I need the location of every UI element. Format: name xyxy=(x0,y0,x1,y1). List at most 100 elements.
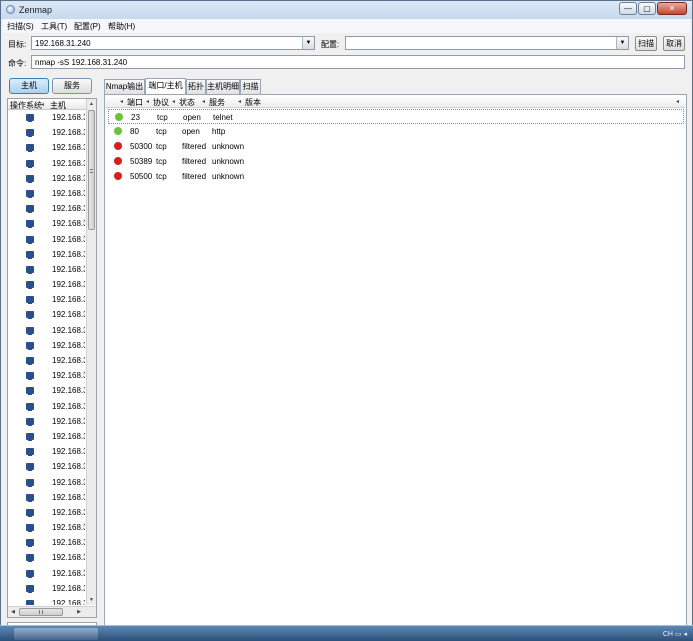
port-state-icon xyxy=(114,127,122,135)
column-header-host[interactable]: 主机 xyxy=(50,100,66,111)
scroll-down-arrow-icon[interactable]: ▼ xyxy=(87,595,96,605)
scroll-up-arrow-icon[interactable]: ▲ xyxy=(87,99,96,109)
port-cell-port: 23 xyxy=(131,113,140,122)
hosts-toggle-button[interactable]: 主机 xyxy=(9,78,49,94)
maximize-button[interactable]: ▢ xyxy=(638,2,656,15)
taskbar-app-button[interactable] xyxy=(14,628,98,640)
port-state-icon xyxy=(114,172,122,180)
horizontal-scrollbar-thumb[interactable] xyxy=(19,608,63,616)
port-row[interactable]: 50389 tcp filtered unknown xyxy=(108,154,684,169)
os-icon xyxy=(26,114,34,122)
tab-host-details[interactable]: 主机明细 xyxy=(206,79,240,94)
port-row[interactable]: 80 tcp open http xyxy=(108,124,684,139)
scrollbar-thumb[interactable] xyxy=(88,110,95,230)
target-dropdown-arrow-icon[interactable]: ▼ xyxy=(302,37,314,49)
os-icon xyxy=(26,448,34,457)
menu-scan[interactable]: 扫描(S) xyxy=(7,21,34,32)
menu-tools[interactable]: 工具(T) xyxy=(41,21,67,32)
host-ip: 192.168.31.28 xyxy=(52,523,85,533)
tab-scans[interactable]: 扫描 xyxy=(240,79,261,94)
system-tray[interactable]: CH ▭ ◂ xyxy=(663,630,687,638)
tab-topology[interactable]: 拓扑 xyxy=(186,79,206,94)
scan-button[interactable]: 扫描 xyxy=(635,36,657,51)
host-row[interactable]: 192.168.31.10 xyxy=(8,248,86,263)
host-row[interactable]: 192.168.31.3 xyxy=(8,141,86,156)
host-row[interactable]: 192.168.31.11 xyxy=(8,263,86,278)
port-row[interactable]: 50500 tcp filtered unknown xyxy=(108,169,684,184)
tab-ports-hosts[interactable]: 端口/主机 xyxy=(145,78,186,95)
host-row[interactable]: 192.168.31.9 xyxy=(8,233,86,248)
host-row[interactable]: 192.168.31.21 xyxy=(8,415,86,430)
host-row[interactable]: 192.168.31.20 xyxy=(8,400,86,415)
host-row[interactable]: 192.168.31.7 xyxy=(8,202,86,217)
host-row[interactable]: 192.168.31.14 xyxy=(8,308,86,323)
host-ip: 192.168.31.22 xyxy=(52,431,85,441)
port-row[interactable]: 23 tcp open telnet xyxy=(108,109,684,124)
column-separator-icon: ◂ xyxy=(202,99,206,105)
host-row[interactable]: 192.168.31.28 xyxy=(8,521,86,536)
host-list-horizontal-scrollbar[interactable]: ◀ ▶ xyxy=(8,606,96,617)
host-row[interactable]: 192.168.31.31 xyxy=(8,567,86,582)
host-row[interactable]: 192.168.31.30 xyxy=(8,551,86,566)
os-icon xyxy=(26,478,34,487)
host-list: 192.168.31.1 192.168.31.2 192.168.31.3 192.… xyxy=(8,111,86,605)
host-row[interactable]: 192.168.31.32 xyxy=(8,582,86,597)
scroll-right-arrow-icon[interactable]: ▶ xyxy=(74,607,84,617)
target-combo[interactable]: 192.168.31.240 ▼ xyxy=(31,36,315,50)
column-separator-icon: ◂ xyxy=(120,99,124,105)
host-row[interactable]: 192.168.31.16 xyxy=(8,339,86,354)
menu-profile[interactable]: 配置(P) xyxy=(74,21,101,32)
host-row[interactable]: 192.168.31.13 xyxy=(8,293,86,308)
host-row[interactable]: 192.168.31.29 xyxy=(8,536,86,551)
host-list-vertical-scrollbar[interactable]: ▲ ▼ xyxy=(86,99,96,605)
column-header-version[interactable]: 版本 xyxy=(245,97,261,108)
host-row[interactable]: 192.168.31.33 xyxy=(8,597,86,605)
port-cell-service: unknown xyxy=(212,142,245,151)
host-row[interactable]: 192.168.31.4 xyxy=(8,157,86,172)
host-row[interactable]: 192.168.31.6 xyxy=(8,187,86,202)
os-icon xyxy=(26,189,34,198)
services-toggle-button[interactable]: 服务 xyxy=(52,78,92,94)
minimize-button[interactable]: — xyxy=(619,2,637,15)
column-header-service[interactable]: 服务 xyxy=(209,97,225,108)
menu-help[interactable]: 帮助(H) xyxy=(108,21,135,32)
host-row[interactable]: 192.168.31.27 xyxy=(8,506,86,521)
close-button[interactable]: ✕ xyxy=(657,2,687,15)
port-row[interactable]: 50300 tcp filtered unknown xyxy=(108,139,684,154)
host-row[interactable]: 192.168.31.25 xyxy=(8,476,86,491)
port-cell-protocol: tcp xyxy=(156,142,167,151)
host-row[interactable]: 192.168.31.12 xyxy=(8,278,86,293)
port-cell-state: filtered xyxy=(182,157,207,166)
port-cell-port: 50300 xyxy=(130,142,153,151)
host-row[interactable]: 192.168.31.18 xyxy=(8,369,86,384)
cancel-button[interactable]: 取消 xyxy=(663,36,685,51)
column-separator-icon: ◂ xyxy=(172,99,176,105)
title-bar[interactable]: Zenmap — ▢ ✕ xyxy=(1,1,692,19)
column-header-protocol[interactable]: 协议 xyxy=(153,97,169,108)
host-row[interactable]: 192.168.31.15 xyxy=(8,324,86,339)
host-ip: 192.168.31.12 xyxy=(52,280,85,290)
column-header-state[interactable]: 状态 xyxy=(179,97,195,108)
tab-nmap-output[interactable]: Nmap输出 xyxy=(104,79,145,94)
host-row[interactable]: 192.168.31.24 xyxy=(8,460,86,475)
host-row[interactable]: 192.168.31.2 xyxy=(8,126,86,141)
column-header-os[interactable]: 操作系统 xyxy=(10,100,42,111)
column-header-port[interactable]: 端口 xyxy=(127,97,143,108)
os-icon xyxy=(26,493,34,502)
profile-dropdown-arrow-icon[interactable]: ▼ xyxy=(616,37,628,49)
host-row[interactable]: 192.168.31.1 xyxy=(8,111,86,126)
host-row[interactable]: 192.168.31.19 xyxy=(8,384,86,399)
host-ip: 192.168.31.4 xyxy=(52,158,85,168)
host-row[interactable]: 192.168.31.22 xyxy=(8,430,86,445)
host-row[interactable]: 192.168.31.5 xyxy=(8,172,86,187)
port-cell-protocol: tcp xyxy=(156,127,167,136)
host-row[interactable]: 192.168.31.8 xyxy=(8,217,86,232)
scroll-left-arrow-icon[interactable]: ◀ xyxy=(8,607,18,617)
os-icon xyxy=(26,600,34,605)
host-row[interactable]: 192.168.31.26 xyxy=(8,491,86,506)
profile-combo[interactable]: ▼ xyxy=(345,36,629,50)
host-row[interactable]: 192.168.31.17 xyxy=(8,354,86,369)
host-ip: 192.168.31.19 xyxy=(52,386,85,396)
command-field[interactable]: nmap -sS 192.168.31.240 xyxy=(31,55,685,69)
host-row[interactable]: 192.168.31.23 xyxy=(8,445,86,460)
